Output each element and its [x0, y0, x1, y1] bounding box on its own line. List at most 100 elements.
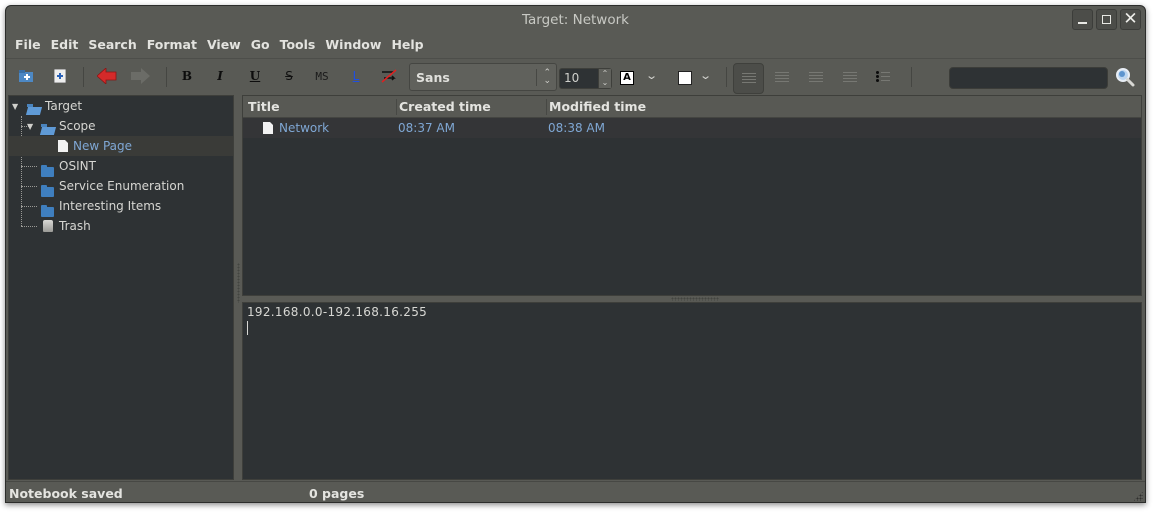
menu-file[interactable]: File [6, 36, 46, 56]
toolbar-separator [911, 67, 912, 87]
cell-title: Network [279, 121, 330, 135]
maximize-button[interactable] [1096, 9, 1117, 30]
maximize-icon [1102, 15, 1111, 24]
close-icon: ✕ [1123, 9, 1138, 29]
chevron-down-icon[interactable]: ⌄ [699, 69, 712, 82]
back-button[interactable] [94, 59, 120, 93]
italic-button[interactable]: I [209, 59, 231, 93]
splitter-grip [237, 263, 240, 303]
minimize-icon [1078, 22, 1087, 24]
page-count: 0 pages [309, 486, 365, 501]
chevron-down-icon[interactable]: ⌄ [645, 69, 658, 82]
menu-edit[interactable]: Edit [46, 36, 84, 56]
menu-view[interactable]: View [202, 36, 246, 56]
font-size-value: 10 [564, 71, 580, 85]
tree-item-label: New Page [73, 139, 133, 153]
title-bar[interactable]: Target: Network ✕ [6, 6, 1145, 34]
menu-tools[interactable]: Tools [275, 36, 321, 56]
window-controls: ✕ [1072, 9, 1141, 30]
cell-modified: 08:38 AM [548, 121, 605, 135]
align-right-button[interactable] [809, 72, 823, 82]
close-button[interactable]: ✕ [1120, 9, 1141, 30]
status-bar: Notebook saved 0 pages [6, 481, 1145, 502]
font-family-value: Sans [416, 70, 450, 85]
menu-help[interactable]: Help [386, 36, 428, 56]
combo-divider [536, 69, 537, 86]
tree-item-scope[interactable]: ▼ Scope [9, 116, 233, 136]
font-family-select[interactable]: Sans ⌃ ⌄ [409, 63, 557, 91]
tree-item-label: OSINT [59, 159, 96, 173]
tree-item-new-page[interactable]: New Page [9, 136, 233, 156]
page-icon [263, 122, 273, 134]
text-editor[interactable]: 192.168.0.0-192.168.16.255 [242, 302, 1142, 480]
align-center-button[interactable] [775, 72, 789, 82]
back-arrow-icon [97, 68, 117, 84]
menu-format[interactable]: Format [142, 36, 202, 56]
search-input[interactable] [949, 67, 1108, 89]
strikethrough-button[interactable]: S [278, 59, 300, 93]
resize-grip[interactable] [1133, 491, 1143, 501]
menu-go[interactable]: Go [246, 36, 275, 56]
column-divider[interactable] [396, 99, 397, 115]
column-header-title[interactable]: Title [248, 99, 280, 114]
new-page-icon [54, 69, 66, 83]
background-color-button[interactable] [678, 71, 692, 85]
underline-button[interactable]: U [244, 59, 266, 93]
text-caret [247, 321, 248, 335]
window-title: Target: Network [522, 12, 629, 28]
list-header: Title Created time Modified time [243, 96, 1141, 118]
cell-created: 08:37 AM [398, 121, 455, 135]
clear-format-button[interactable] [378, 59, 400, 93]
tree-item-label: Scope [59, 119, 96, 133]
new-page-button[interactable] [48, 59, 72, 93]
toolbar: B I U S MS L Sans ⌃ ⌄ 10 ⌃ ⌄ A ⌄ ⌄ [6, 58, 1145, 94]
page-list: Title Created time Modified time Network… [242, 95, 1142, 296]
tree-item-label: Trash [59, 219, 91, 233]
expander-down-icon[interactable]: ▼ [27, 122, 33, 131]
column-divider[interactable] [546, 99, 547, 115]
spin-arrows-icon[interactable]: ⌃ ⌄ [598, 69, 611, 88]
text-color-button[interactable]: A [620, 71, 634, 85]
toolbar-separator [726, 67, 727, 87]
editor-line: 192.168.0.0-192.168.16.255 [247, 305, 428, 319]
tree-item-label: Interesting Items [59, 199, 162, 213]
align-left-button[interactable] [733, 63, 764, 94]
bold-button[interactable]: B [176, 59, 198, 93]
clear-format-icon [381, 69, 397, 83]
tree-item-osint[interactable]: OSINT [9, 156, 233, 177]
new-folder-button[interactable] [14, 59, 38, 93]
align-left-icon [742, 73, 756, 83]
table-row[interactable]: Network 08:37 AM 08:38 AM [243, 118, 1141, 138]
notebook-tree: ▼ Target ▼ Scope New Page OSINT Service … [8, 95, 234, 480]
status-message: Notebook saved [9, 486, 123, 501]
forward-arrow-icon [131, 68, 150, 84]
tree-item-service-enumeration[interactable]: Service Enumeration [9, 176, 233, 197]
expander-down-icon[interactable]: ▼ [12, 102, 18, 111]
monospace-button[interactable]: MS [309, 59, 335, 93]
column-header-modified[interactable]: Modified time [549, 99, 646, 114]
minimize-button[interactable] [1072, 9, 1093, 30]
tree-item-trash[interactable]: Trash [9, 216, 233, 236]
search-icon [1116, 68, 1135, 87]
link-button[interactable]: L [345, 59, 367, 93]
tree-item-label: Target [45, 99, 83, 113]
page-icon [58, 140, 68, 152]
menu-window[interactable]: Window [320, 36, 386, 56]
tree-item-interesting-items[interactable]: Interesting Items [9, 196, 233, 217]
vertical-splitter[interactable] [236, 95, 241, 480]
column-header-created[interactable]: Created time [399, 99, 491, 114]
folder-open-icon [41, 124, 55, 135]
menu-bar: File Edit Search Format View Go Tools Wi… [6, 36, 429, 56]
font-size-spinner[interactable]: 10 ⌃ ⌄ [559, 68, 612, 89]
align-justify-button[interactable] [843, 72, 857, 82]
forward-button[interactable] [127, 59, 153, 93]
updown-arrows-icon: ⌃ ⌄ [543, 68, 551, 86]
search-button[interactable] [1115, 67, 1135, 87]
toolbar-separator [83, 67, 84, 87]
menu-search[interactable]: Search [83, 36, 141, 56]
trash-icon [43, 220, 53, 232]
bullet-list-button[interactable] [876, 71, 890, 83]
splitter-grip [671, 297, 719, 301]
tree-item-target[interactable]: ▼ Target [9, 96, 233, 116]
tree-item-label: Service Enumeration [59, 179, 185, 193]
